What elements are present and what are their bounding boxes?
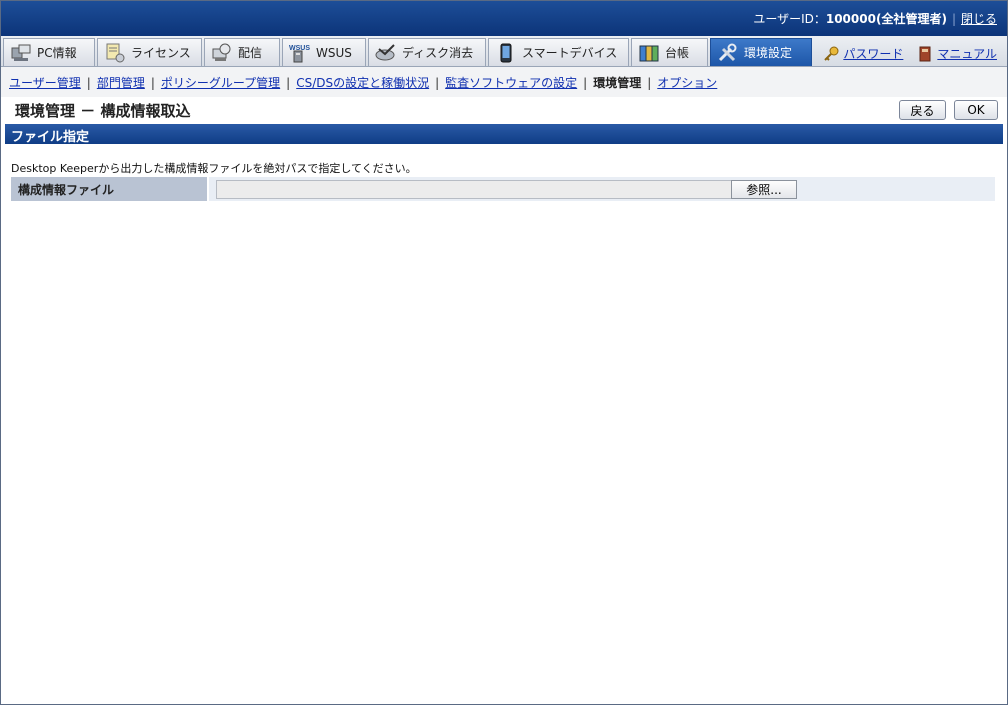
tab-label: 台帳 xyxy=(665,46,690,60)
page-title: 環境管理 － 構成情報取込 xyxy=(15,102,191,120)
divider: | xyxy=(150,76,155,90)
sub-navigation: ユーザー管理 | 部門管理 | ポリシーグループ管理 | CS/DSの設定と稼働状況 | 監査ソ… xyxy=(9,74,717,91)
tab-disk-erase[interactable]: ディスク消去 xyxy=(368,38,486,66)
tab-label: PC情報 xyxy=(37,46,77,60)
password-link[interactable]: パスワード xyxy=(843,45,903,62)
ledger-icon xyxy=(638,43,660,63)
tab-label: ディスク消去 xyxy=(402,46,474,60)
config-file-row: 構成情報ファイル 参照... xyxy=(11,177,995,201)
tab-wsus[interactable]: WSUS WSUS xyxy=(282,38,366,66)
settings-tools-icon xyxy=(717,43,739,63)
subnav-environment-management-current: 環境管理 xyxy=(593,76,642,90)
instruction-text: Desktop Keeperから出力した構成情報ファイルを絶対パスで指定してくだ… xyxy=(11,162,417,175)
distribution-icon xyxy=(211,43,233,63)
user-id: 100000(全社管理者) xyxy=(825,12,947,26)
tab-label: 環境設定 xyxy=(744,46,793,60)
divider: | xyxy=(286,76,291,90)
divider: | xyxy=(647,76,652,90)
subnav-department-management[interactable]: 部門管理 xyxy=(97,76,145,90)
divider: | xyxy=(86,76,91,90)
pc-icon xyxy=(10,43,32,63)
subnav-policy-group-management[interactable]: ポリシーグループ管理 xyxy=(161,76,280,90)
subnav-options[interactable]: オプション xyxy=(657,76,717,90)
tab-environment-settings[interactable]: 環境設定 xyxy=(710,38,812,66)
utility-links: パスワード マニュアル xyxy=(823,45,997,62)
user-info: ユーザーID：100000(全社管理者) | 閉じる xyxy=(753,10,997,27)
disk-erase-icon xyxy=(375,43,397,63)
tab-distribution[interactable]: 配信 xyxy=(204,38,280,66)
subnav-cs-ds-settings[interactable]: CS/DSの設定と稼働状況 xyxy=(296,76,429,90)
tab-ledger[interactable]: 台帳 xyxy=(631,38,708,66)
config-file-path-input[interactable] xyxy=(216,180,732,199)
manual-book-icon xyxy=(917,46,933,62)
section-header: ファイル指定 xyxy=(5,124,1003,145)
subnav-user-management[interactable]: ユーザー管理 xyxy=(9,76,81,90)
ok-button[interactable]: OK xyxy=(954,100,998,120)
tab-label: スマートデバイス xyxy=(522,46,618,60)
field-cell: 参照... xyxy=(209,177,995,201)
tab-license[interactable]: ライセンス xyxy=(97,38,202,66)
divider: | xyxy=(583,76,588,90)
key-icon xyxy=(823,46,839,62)
license-icon xyxy=(104,43,126,63)
tab-label: 配信 xyxy=(238,46,263,60)
app-window: ユーザーID：100000(全社管理者) | 閉じる PC情報 ライセンス 配信 W… xyxy=(0,0,1008,705)
manual-link[interactable]: マニュアル xyxy=(937,45,997,62)
back-button[interactable]: 戻る xyxy=(899,100,946,120)
divider: | xyxy=(435,76,440,90)
field-label: 構成情報ファイル xyxy=(11,177,207,201)
tab-label: WSUS xyxy=(316,45,352,60)
divider: | xyxy=(951,12,956,26)
header-bar: ユーザーID：100000(全社管理者) | 閉じる xyxy=(1,1,1007,36)
wsus-icon: WSUS xyxy=(289,43,311,63)
smart-device-icon xyxy=(495,43,517,63)
tab-pc-info[interactable]: PC情報 xyxy=(3,38,95,66)
user-label: ユーザーID： xyxy=(753,12,826,26)
tab-label: ライセンス xyxy=(131,46,191,60)
browse-button[interactable]: 参照... xyxy=(731,180,797,199)
tab-smart-device[interactable]: スマートデバイス xyxy=(488,38,629,66)
subnav-audit-software-settings[interactable]: 監査ソフトウェアの設定 xyxy=(445,76,577,90)
close-link[interactable]: 閉じる xyxy=(961,12,997,26)
